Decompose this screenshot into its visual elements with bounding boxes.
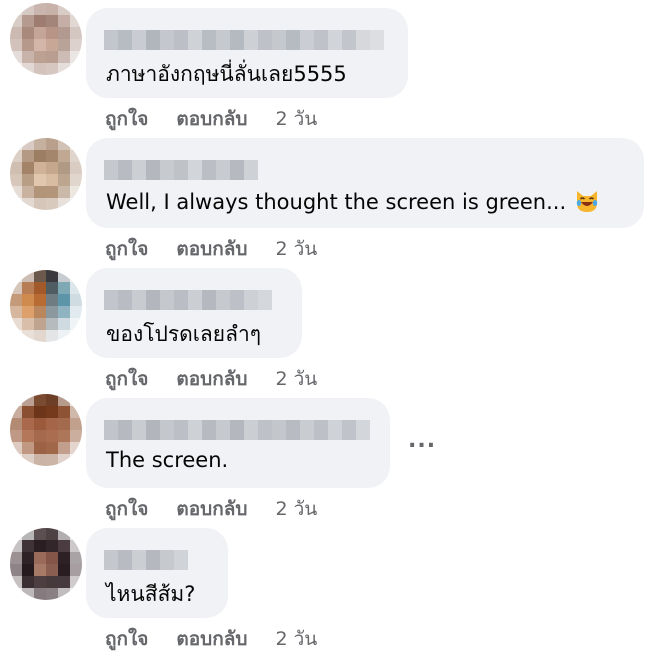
like-button[interactable]: ถูกใจ bbox=[105, 624, 148, 654]
blurred-author-name[interactable] bbox=[104, 160, 258, 180]
comment-item: The screen. ... ถูกใจ ตอบกลับ 2 วัน bbox=[0, 390, 650, 520]
avatar[interactable] bbox=[10, 270, 82, 342]
comment-bubble: ของโปรดเลยลำๆ bbox=[86, 268, 302, 358]
comment-item: ภาษาอังกฤษนี่ลั่นเลย5555 ถูกใจ ตอบกลับ 2… bbox=[0, 0, 650, 130]
comment-actions: ถูกใจ ตอบกลับ 2 วัน bbox=[105, 624, 317, 654]
comment-text: The screen. bbox=[106, 448, 229, 472]
avatar[interactable] bbox=[10, 528, 82, 600]
comment-text-content: Well, I always thought the screen is gre… bbox=[106, 190, 567, 214]
blurred-author-name[interactable] bbox=[104, 30, 384, 50]
avatar[interactable] bbox=[10, 138, 82, 210]
more-options-button[interactable]: ... bbox=[408, 428, 436, 453]
comment-item: ไหนสีส้ม? ถูกใจ ตอบกลับ 2 วัน bbox=[0, 520, 650, 658]
timestamp[interactable]: 2 วัน bbox=[275, 624, 317, 654]
comment-item: Well, I always thought the screen is gre… bbox=[0, 130, 650, 260]
avatar[interactable] bbox=[10, 394, 82, 466]
blurred-author-name[interactable] bbox=[104, 420, 370, 440]
blurred-author-name[interactable] bbox=[104, 290, 272, 310]
comment-text: Well, I always thought the screen is gre… bbox=[106, 188, 600, 214]
comment-bubble: The screen. bbox=[86, 398, 390, 488]
avatar[interactable] bbox=[10, 3, 82, 75]
comment-item: ของโปรดเลยลำๆ ถูกใจ ตอบกลับ 2 วัน bbox=[0, 260, 650, 390]
comment-bubble: ภาษาอังกฤษนี่ลั่นเลย5555 bbox=[86, 8, 408, 98]
blurred-author-name[interactable] bbox=[104, 550, 188, 570]
comment-bubble: ไหนสีส้ม? bbox=[86, 528, 228, 618]
comment-text: ของโปรดเลยลำๆ bbox=[106, 322, 262, 346]
reply-button[interactable]: ตอบกลับ bbox=[176, 624, 247, 654]
comment-text: ภาษาอังกฤษนี่ลั่นเลย5555 bbox=[106, 62, 347, 86]
comment-text: ไหนสีส้ม? bbox=[106, 582, 196, 606]
comment-bubble: Well, I always thought the screen is gre… bbox=[86, 138, 644, 228]
laughing-cat-emoji-icon bbox=[574, 188, 600, 214]
